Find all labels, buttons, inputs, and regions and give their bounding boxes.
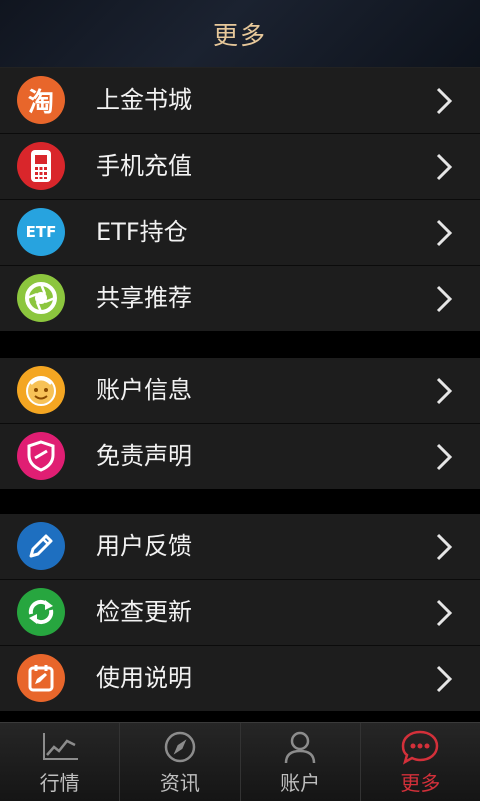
etf-icon: ETF — [17, 208, 65, 256]
menu-item-account-info[interactable]: 账户信息 — [0, 358, 480, 424]
menu-item-label: 检查更新 — [96, 598, 192, 626]
tab-label: 资讯 — [159, 771, 200, 795]
menu-item-user-guide[interactable]: 使用说明 — [0, 646, 480, 711]
chevron-right-icon — [436, 219, 453, 247]
tab-label: 行情 — [39, 771, 80, 795]
mobile-phone-icon — [17, 142, 65, 190]
chevron-right-icon — [436, 285, 453, 313]
menu-item-label: 共享推荐 — [96, 284, 192, 312]
etf-icon-text: ETF — [25, 223, 57, 241]
menu-item-label: ETF持仓 — [96, 218, 188, 246]
compass-icon — [164, 731, 196, 763]
menu-item-check-update[interactable]: 检查更新 — [0, 580, 480, 646]
user-icon — [284, 731, 316, 764]
pencil-icon — [17, 522, 65, 570]
menu-item-label: 免责声明 — [96, 442, 192, 470]
taobao-icon-glyph: 淘 — [27, 87, 54, 118]
menu-group-support: 用户反馈 检查更新 使用说明 — [0, 514, 480, 711]
title-bar: 更多 — [0, 0, 480, 68]
chevron-right-icon — [436, 443, 453, 471]
chevron-right-icon — [436, 153, 453, 181]
bottom-tab-bar: 行情 资讯 账户 更多 — [0, 722, 480, 801]
taobao-icon: 淘 — [17, 76, 65, 124]
chevron-right-icon — [436, 665, 453, 693]
chevron-right-icon — [436, 599, 453, 627]
aperture-icon — [17, 274, 65, 322]
tab-news[interactable]: 资讯 — [120, 723, 241, 801]
menu-item-label: 上金书城 — [96, 86, 192, 114]
tab-label: 账户 — [280, 771, 321, 795]
menu-item-bookstore[interactable]: 淘 上金书城 — [0, 68, 480, 134]
tab-more[interactable]: 更多 — [360, 723, 480, 801]
more-bubble-icon — [402, 730, 439, 765]
menu-item-mobile-recharge[interactable]: 手机充值 — [0, 134, 480, 200]
menu-item-share-recommend[interactable]: 共享推荐 — [0, 266, 480, 331]
tab-label: 更多 — [400, 771, 441, 795]
shield-icon — [17, 432, 65, 480]
page-title: 更多 — [212, 20, 267, 50]
smiley-face-icon — [17, 366, 65, 414]
menu-item-label: 账户信息 — [96, 376, 192, 404]
chevron-right-icon — [436, 377, 453, 405]
chevron-right-icon — [436, 533, 453, 561]
notepad-icon — [17, 654, 65, 702]
tab-market[interactable]: 行情 — [0, 723, 121, 801]
menu-item-label: 手机充值 — [96, 152, 192, 180]
menu-item-feedback[interactable]: 用户反馈 — [0, 514, 480, 580]
menu-item-etf-holdings[interactable]: ETF ETF持仓 — [0, 200, 480, 266]
menu-item-label: 使用说明 — [96, 664, 192, 692]
chart-line-icon — [42, 733, 78, 760]
refresh-icon — [17, 588, 65, 636]
menu-item-label: 用户反馈 — [96, 532, 192, 560]
menu-group-services: 淘 上金书城 手机充值 ETF ETF持仓 共享推荐 — [0, 68, 480, 331]
chevron-right-icon — [436, 87, 453, 115]
tab-account[interactable]: 账户 — [240, 723, 361, 801]
menu-group-account: 账户信息 免责声明 — [0, 358, 480, 489]
menu-item-disclaimer[interactable]: 免责声明 — [0, 424, 480, 489]
